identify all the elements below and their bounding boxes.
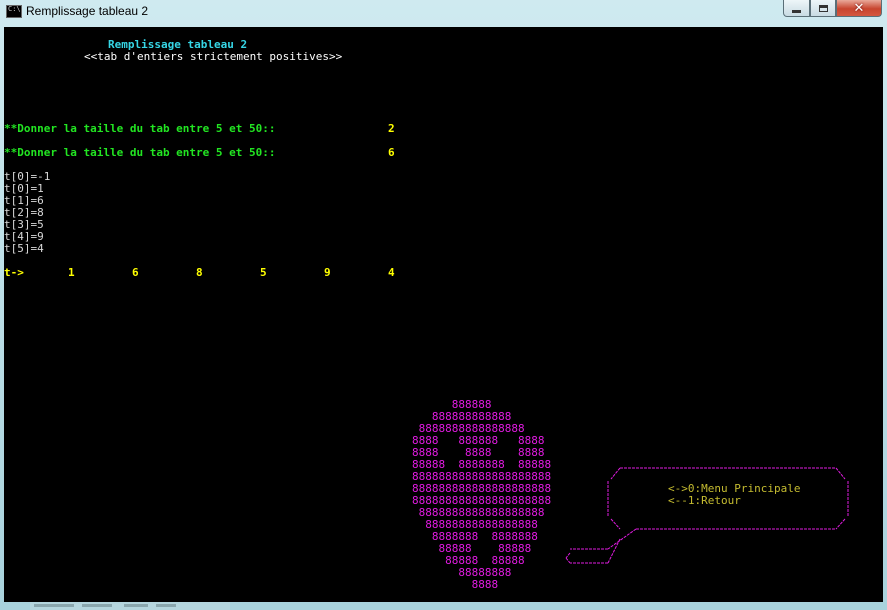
close-icon: ✕ [853,0,865,16]
console-window: C:\ Remplissage tableau 2 ✕ Remplissage … [0,0,887,610]
console-icon[interactable]: C:\ [6,5,22,18]
window-bottom-edge [30,602,230,610]
maximize-icon [818,4,828,12]
maximize-button[interactable] [810,0,836,17]
close-button[interactable]: ✕ [836,0,882,17]
console-output[interactable]: Remplissage tableau 2 <<tab d'entiers st… [4,27,883,602]
minimize-icon [792,9,801,13]
menu-item-retour[interactable]: <--1:Retour [668,495,741,507]
minimize-button[interactable] [783,0,810,17]
title-bar[interactable]: C:\ Remplissage tableau 2 ✕ [0,0,887,24]
window-title: Remplissage tableau 2 [26,4,149,18]
speech-bubble-frame [565,467,849,564]
